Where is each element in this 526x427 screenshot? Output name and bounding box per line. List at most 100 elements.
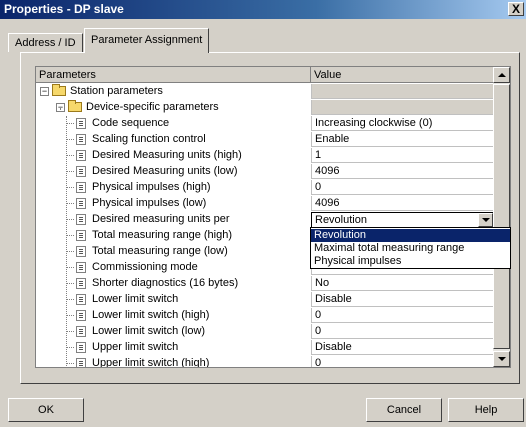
tree-connector xyxy=(66,283,74,284)
row-label: Code sequence xyxy=(92,117,170,129)
units-per-combo[interactable]: Revolution xyxy=(311,212,494,228)
value-cell[interactable]: 4096 xyxy=(311,164,494,179)
parameter-cell[interactable]: Desired Measuring units (low) xyxy=(36,164,310,180)
tree-line xyxy=(60,108,61,112)
parameter-cell[interactable]: − Station parameters xyxy=(36,84,310,100)
row-label: Physical impulses (high) xyxy=(92,181,211,193)
vertical-scrollbar[interactable] xyxy=(493,67,510,367)
row-label: Desired Measuring units (low) xyxy=(92,165,238,177)
table-row[interactable]: Code sequence Increasing clockwise (0) xyxy=(36,116,494,132)
parameter-cell[interactable]: Physical impulses (low) xyxy=(36,196,310,212)
value-cell[interactable]: 0 xyxy=(311,308,494,323)
value-cell[interactable]: 0 xyxy=(311,324,494,339)
dropdown-option-maximal-total-range[interactable]: Maximal total measuring range xyxy=(311,242,510,255)
table-row[interactable]: Physical impulses (high) 0 xyxy=(36,180,494,196)
tree-connector xyxy=(66,219,74,220)
parameter-cell[interactable]: Code sequence xyxy=(36,116,310,132)
tab-parameter-assignment[interactable]: Parameter Assignment xyxy=(84,28,210,53)
table-row[interactable]: Upper limit switch (high) 0 xyxy=(36,356,494,367)
value-cell xyxy=(311,100,494,115)
row-label: Station parameters xyxy=(70,85,163,97)
column-header-parameters[interactable]: Parameters xyxy=(36,67,311,83)
parameter-cell[interactable]: Upper limit switch (high) xyxy=(36,356,310,367)
value-cell[interactable]: 0 xyxy=(311,180,494,195)
table-row[interactable]: Physical impulses (low) 4096 xyxy=(36,196,494,212)
value-cell[interactable]: 0 xyxy=(311,356,494,367)
parameter-cell[interactable]: Shorter diagnostics (16 bytes) xyxy=(36,276,310,292)
parameter-icon xyxy=(76,166,86,177)
cancel-button[interactable]: Cancel xyxy=(366,398,442,422)
parameter-cell[interactable]: Commissioning mode xyxy=(36,260,310,276)
value-cell[interactable]: No xyxy=(311,276,494,291)
folder-icon xyxy=(68,100,82,112)
parameter-cell[interactable]: Desired measuring units per xyxy=(36,212,310,228)
close-button[interactable]: X xyxy=(508,2,524,16)
value-cell[interactable]: Enable xyxy=(311,132,494,147)
parameter-cell[interactable]: Physical impulses (high) xyxy=(36,180,310,196)
dropdown-option-physical-impulses[interactable]: Physical impulses xyxy=(311,255,510,268)
parameter-icon xyxy=(76,294,86,305)
tree-line xyxy=(66,116,67,367)
value-cell[interactable]: Increasing clockwise (0) xyxy=(311,116,494,131)
row-label: Lower limit switch (low) xyxy=(92,325,206,337)
table-row[interactable]: Lower limit switch (high) 0 xyxy=(36,308,494,324)
parameter-cell[interactable]: Total measuring range (high) xyxy=(36,228,310,244)
table-row[interactable]: Lower limit switch Disable xyxy=(36,292,494,308)
parameter-cell[interactable]: Scaling function control xyxy=(36,132,310,148)
properties-dialog: Properties - DP slave X Address / ID Par… xyxy=(0,0,526,427)
value-cell[interactable]: 4096 xyxy=(311,196,494,211)
value-cell xyxy=(311,84,494,99)
title-bar[interactable]: Properties - DP slave X xyxy=(0,0,526,19)
parameter-cell[interactable]: Lower limit switch xyxy=(36,292,310,308)
scroll-up-button[interactable] xyxy=(493,67,510,83)
parameter-grid: Parameters Value − Station parameters − Dev… xyxy=(35,66,511,368)
table-row[interactable]: Scaling function control Enable xyxy=(36,132,494,148)
parameter-cell[interactable]: Lower limit switch (low) xyxy=(36,324,310,340)
tree-connector xyxy=(66,251,74,252)
parameter-cell[interactable]: − Device-specific parameters xyxy=(36,100,310,116)
tree-connector xyxy=(66,203,74,204)
tab-address-id[interactable]: Address / ID xyxy=(8,33,83,52)
row-label: Device-specific parameters xyxy=(86,101,219,113)
scroll-thumb[interactable] xyxy=(493,84,510,349)
chevron-down-icon[interactable] xyxy=(478,213,493,227)
value-cell[interactable]: 1 xyxy=(311,148,494,163)
table-row[interactable]: Desired Measuring units (high) 1 xyxy=(36,148,494,164)
column-header-value[interactable]: Value xyxy=(311,67,494,83)
parameter-icon xyxy=(76,358,86,367)
folder-icon xyxy=(52,84,66,96)
table-row[interactable]: Desired measuring units per Revolution xyxy=(36,212,494,228)
scroll-down-button[interactable] xyxy=(493,351,510,367)
parameter-icon xyxy=(76,246,86,257)
parameter-icon xyxy=(76,214,86,225)
tree-connector xyxy=(66,347,74,348)
parameter-icon xyxy=(76,198,86,209)
collapse-icon[interactable]: − xyxy=(40,87,49,96)
parameter-cell[interactable]: Upper limit switch xyxy=(36,340,310,356)
tree-connector xyxy=(66,171,74,172)
table-row[interactable]: Shorter diagnostics (16 bytes) No xyxy=(36,276,494,292)
value-cell[interactable]: Disable xyxy=(311,340,494,355)
tab-address-id-label: Address / ID xyxy=(15,37,76,49)
parameter-cell[interactable]: Total measuring range (low) xyxy=(36,244,310,260)
parameter-cell[interactable]: Lower limit switch (high) xyxy=(36,308,310,324)
table-row[interactable]: Upper limit switch Disable xyxy=(36,340,494,356)
parameter-icon xyxy=(76,262,86,273)
row-label: Lower limit switch xyxy=(92,293,179,305)
parameter-cell[interactable]: Desired Measuring units (high) xyxy=(36,148,310,164)
dropdown-option-revolution[interactable]: Revolution xyxy=(311,229,510,242)
ok-button[interactable]: OK xyxy=(8,398,84,422)
table-row[interactable]: Desired Measuring units (low) 4096 xyxy=(36,164,494,180)
parameter-icon xyxy=(76,118,86,129)
value-cell[interactable]: Disable xyxy=(311,292,494,307)
units-per-dropdown-list[interactable]: Revolution Maximal total measuring range… xyxy=(310,227,511,269)
help-button[interactable]: Help xyxy=(448,398,524,422)
parameter-icon xyxy=(76,342,86,353)
parameter-icon xyxy=(76,150,86,161)
parameter-icon xyxy=(76,310,86,321)
row-label: Scaling function control xyxy=(92,133,206,145)
combo-value: Revolution xyxy=(315,214,367,226)
table-row[interactable]: − Device-specific parameters xyxy=(36,100,494,116)
table-row[interactable]: − Station parameters xyxy=(36,84,494,100)
table-row[interactable]: Lower limit switch (low) 0 xyxy=(36,324,494,340)
